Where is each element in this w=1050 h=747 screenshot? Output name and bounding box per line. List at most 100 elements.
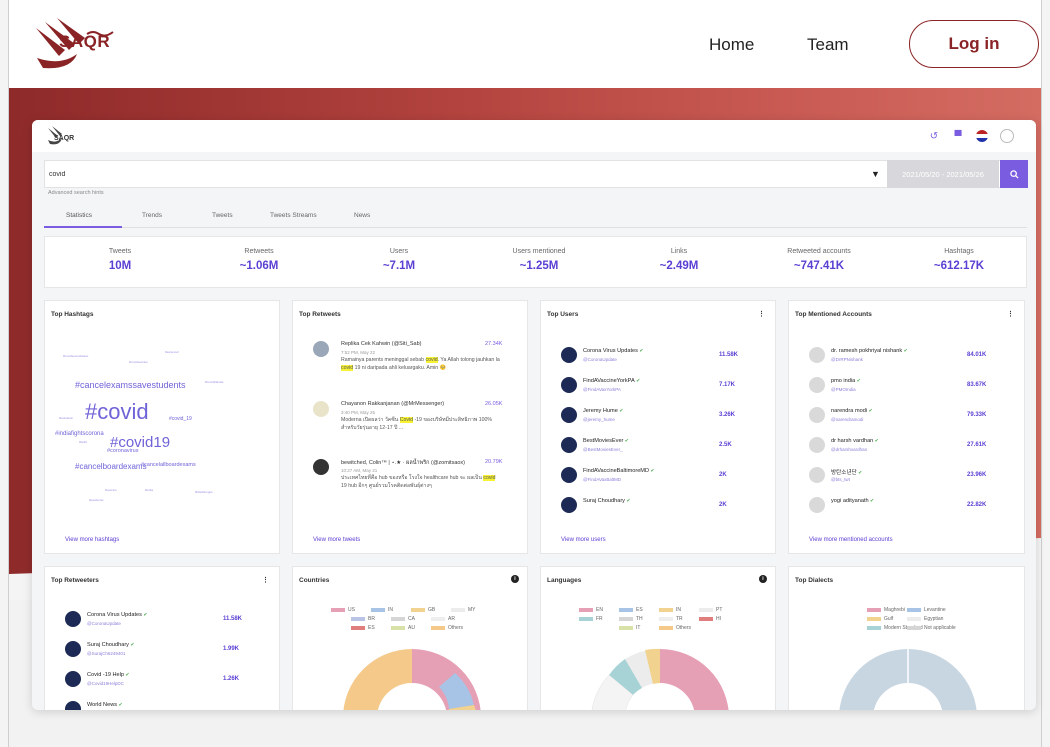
hashtag-word[interactable]: #coronavirus (107, 448, 139, 455)
avatar (809, 407, 825, 423)
advanced-search-link[interactable]: Advanced search hints (48, 190, 104, 196)
legend-item[interactable]: PT (699, 607, 722, 613)
legend-item[interactable]: Gulf (867, 616, 893, 622)
legend-item[interactable]: ES (351, 625, 375, 631)
hashtag-word[interactable]: #cancelallboardexams (141, 462, 196, 469)
user-list-item[interactable]: Suraj Choudhary ✔ @SurajCh6249401 1.99K (65, 641, 265, 661)
user-list-item[interactable]: Covid -19 Help ✔ @Covid19HelpDC 1.26K (65, 671, 265, 691)
user-list-item[interactable]: pmo india ✔ @PMOIndia 83.67K (809, 377, 1009, 397)
tab-news[interactable]: News (354, 212, 370, 219)
legend-item[interactable]: BR (351, 616, 375, 622)
legend-item[interactable]: ES (619, 607, 643, 613)
filter-icon[interactable]: ▼ (871, 169, 880, 179)
hashtag-word[interactable]: #covidsecondwave (63, 355, 88, 358)
hashtag-word[interactable]: #cancelexamssavestudents (75, 381, 186, 390)
user-list-item[interactable]: dr. ramesh pokhriyal nishank ✔ @DrRPNisha… (809, 347, 1009, 367)
more-options-icon[interactable]: ⋮ (1007, 310, 1014, 318)
view-more-users-link[interactable]: View more users (561, 537, 606, 543)
user-list-item[interactable]: yogi adityanath ✔ 22.82K (809, 497, 1009, 517)
user-list-item[interactable]: Suraj Choudhary ✔ 2K (561, 497, 761, 517)
legend-item[interactable]: Egyptian (907, 616, 943, 622)
legend-item[interactable]: Others (431, 625, 463, 631)
legend-item[interactable]: CA (391, 616, 415, 622)
legend-item[interactable]: Not applicable (907, 625, 956, 631)
hashtag-word[interactable]: #delhi (79, 441, 87, 444)
view-more-mentioned-link[interactable]: View more mentioned accounts (809, 537, 893, 543)
view-more-tweets-link[interactable]: View more tweets (313, 537, 360, 543)
hashtag-word[interactable]: #covidvaccine (129, 361, 148, 364)
login-button[interactable]: Log in (909, 20, 1039, 68)
tab-tweets-streams[interactable]: Tweets Streams (270, 212, 317, 219)
legend-label: CA (408, 616, 415, 622)
legend-item[interactable]: IT (619, 625, 640, 631)
user-list-item[interactable]: World News ✔ (65, 701, 265, 710)
hashtag-word[interactable]: #covid19india (205, 381, 223, 384)
user-list-item[interactable]: BestMoviesEver ✔ @BestMoviesEver_ 2.5K (561, 437, 761, 457)
user-list-item[interactable]: Jeremy Hume ✔ @jeremy_hume 3.26K (561, 407, 761, 427)
user-list-item[interactable]: FindAVaccineYorkPA ✔ @FindAVaxYorkPA 7.17K (561, 377, 761, 397)
user-list-item[interactable]: dr harsh vardhan ✔ @drharshvardhan 27.61K (809, 437, 1009, 457)
legend-swatch (579, 608, 593, 612)
user-name: narendra modi ✔ (831, 408, 873, 414)
stat-value: ~612.17K (933, 260, 985, 272)
more-options-icon[interactable]: ⋮ (262, 576, 269, 584)
nav-home-link[interactable]: Home (709, 35, 754, 55)
legend-item[interactable]: FR (579, 616, 603, 622)
hashtag-word[interactable]: #sarscov2 (165, 351, 179, 354)
user-name: Covid -19 Help ✔ (87, 672, 130, 678)
legend-item[interactable]: TH (619, 616, 643, 622)
legend-item[interactable]: EN (579, 607, 603, 613)
verified-icon: ✔ (873, 438, 879, 444)
hashtag-word[interactable]: #indiafightscorona (55, 431, 104, 437)
user-handle: @FindAVaxYorkPA (583, 387, 621, 392)
legend-item[interactable]: AR (431, 616, 455, 622)
avatar (561, 347, 577, 363)
hashtag-word[interactable]: #covid (85, 401, 149, 423)
legend-item[interactable]: AU (391, 625, 415, 631)
hashtag-word[interactable]: #covid_19 (169, 417, 192, 422)
legend-item[interactable]: US (331, 607, 355, 613)
info-icon[interactable]: i (511, 575, 519, 583)
tab-statistics[interactable]: Statistics (66, 212, 92, 219)
legend-item[interactable]: IN (371, 607, 393, 613)
search-input[interactable] (49, 165, 849, 183)
user-avatar-icon[interactable] (1000, 129, 1014, 143)
user-handle: @DrRPNishank (831, 357, 863, 362)
legend-item[interactable]: GB (411, 607, 435, 613)
hashtag-word[interactable]: #cancelboardexams (75, 463, 147, 471)
search-button[interactable] (1000, 160, 1028, 188)
nav-team-link[interactable]: Team (807, 35, 849, 55)
legend-label: ES (636, 607, 643, 613)
hashtag-word[interactable]: #pandemic (89, 499, 104, 502)
tab-trends[interactable]: Trends (142, 212, 162, 219)
date-range-picker[interactable]: 2021/05/20 - 2021/05/26 (887, 160, 999, 188)
hashtag-word[interactable]: #blackfungus (195, 491, 213, 494)
hashtag-word[interactable]: #lockdown (59, 417, 73, 420)
more-options-icon[interactable]: ⋮ (758, 310, 765, 318)
language-flag-icon[interactable] (976, 130, 988, 142)
hashtag-word[interactable]: #vaccine (105, 489, 117, 492)
user-list-item[interactable]: Corona Virus Updates ✔ @CoronaUpdate 11.58… (561, 347, 761, 367)
legend-item[interactable]: TR (659, 616, 683, 622)
legend-label: HI (716, 616, 721, 622)
print-icon[interactable]: ▀ (952, 130, 964, 142)
legend-item[interactable]: MY (451, 607, 476, 613)
history-icon[interactable]: ↺ (928, 130, 940, 142)
user-list-item[interactable]: narendra modi ✔ @narendramodi 79.33K (809, 407, 1009, 427)
view-more-hashtags-link[interactable]: View more hashtags (65, 537, 119, 543)
legend-item[interactable]: HI (699, 616, 721, 622)
hashtag-word[interactable]: #india (145, 489, 153, 492)
info-icon[interactable]: i (759, 575, 767, 583)
retweet-item[interactable]: bewitched, Colin™ | ⋆.★ · ผลน้ำพริก (@zo… (313, 459, 513, 515)
retweet-item[interactable]: Replika Cek Kahwin (@Siti_Sab) 27.34K 7:… (313, 341, 513, 397)
legend-label: FR (596, 616, 603, 622)
legend-item[interactable]: Others (659, 625, 691, 631)
user-list-item[interactable]: FindAVaccineBaltimoreMD ✔ @FindAVaxBaltMD… (561, 467, 761, 487)
tab-tweets[interactable]: Tweets (212, 212, 233, 219)
retweet-item[interactable]: Chayanon Rakkanjanan (@MrMessenger) 26.0… (313, 401, 513, 451)
legend-item[interactable]: Maghrebi (867, 607, 905, 613)
legend-item[interactable]: Levantine (907, 607, 946, 613)
user-list-item[interactable]: 방탄소년단 ✔ @bts_twt 23.96K (809, 467, 1009, 487)
user-list-item[interactable]: Corona Virus Updates ✔ @CoronaUpdate 11.58… (65, 611, 265, 631)
legend-item[interactable]: IN (659, 607, 681, 613)
